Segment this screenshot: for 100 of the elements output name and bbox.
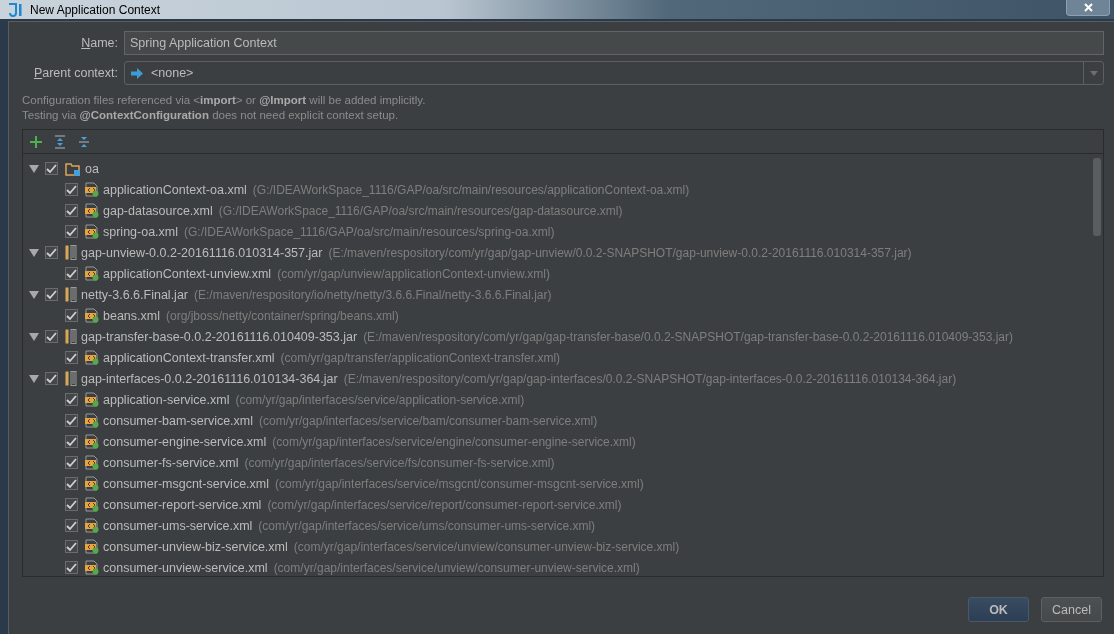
- folder-icon: [65, 161, 81, 176]
- expanded-arrow-icon[interactable]: [29, 374, 39, 383]
- tree-item-label[interactable]: oa: [85, 161, 99, 176]
- tree-item-label[interactable]: consumer-unview-service.xml: [103, 560, 268, 575]
- file-path: (E:/maven/respository/com/yr/gap/gap-unview/0.0.2-SNAPSHOT/gap-unview-0.0.2-20161116.010314-357.jar): [328, 245, 912, 260]
- file-path: (com/yr/gap/interfaces/service/unview/consumer-unview-service.xml): [273, 560, 640, 575]
- file-path: (com/yr/gap/interfaces/service/msgcnt/consumer-msgcnt-service.xml): [275, 476, 644, 491]
- checkbox[interactable]: [65, 267, 78, 280]
- xml-file-icon: [85, 224, 99, 239]
- parent-context-label: Parent context:: [32, 66, 118, 80]
- app-logo-icon: [8, 2, 24, 17]
- name-input-field[interactable]: Spring Application Context: [124, 31, 1104, 55]
- file-path: (G:/IDEAWorkSpace_1116/GAP/oa/src/main/resources/applicationContext-oa.xml): [252, 182, 690, 197]
- checkbox[interactable]: [65, 414, 78, 427]
- file-path: (com/yr/gap/transfer/applicationContext-transfer.xml): [280, 350, 561, 365]
- tree-item-label[interactable]: netty-3.6.6.Final.jar: [81, 287, 188, 302]
- expand-all-button[interactable]: [52, 133, 68, 150]
- checkbox[interactable]: [65, 204, 78, 217]
- checkbox[interactable]: [65, 183, 78, 196]
- checkbox[interactable]: [65, 225, 78, 238]
- xml-file-icon: [85, 455, 99, 470]
- xml-file-icon: [85, 560, 99, 575]
- tree-item-label[interactable]: consumer-engine-service.xml: [103, 434, 267, 449]
- tree-item-label[interactable]: application-service.xml: [103, 392, 230, 407]
- xml-file-icon: [85, 476, 99, 491]
- close-button[interactable]: [1066, 0, 1110, 16]
- cancel-button[interactable]: Cancel: [1041, 597, 1102, 622]
- file-path: (com/yr/gap/interfaces/service/ums/consumer-ums-service.xml): [258, 518, 596, 533]
- file-path: (com/yr/gap/interfaces/service/bam/consumer-bam-service.xml): [259, 413, 598, 428]
- file-path: (E:/maven/respository/com/yr/gap/gap-interfaces/0.0.2-SNAPSHOT/gap-interfaces-0.0.2-20161116.010134-364.jar): [343, 371, 957, 386]
- file-path: (com/yr/gap/interfaces/service/fs/consumer-fs-service.xml): [244, 455, 555, 470]
- tree-item-label[interactable]: applicationContext-oa.xml: [103, 182, 247, 197]
- xml-file-icon: [85, 266, 99, 281]
- tree-item-label[interactable]: consumer-bam-service.xml: [103, 413, 254, 428]
- xml-file-icon: [85, 539, 99, 554]
- checkbox[interactable]: [65, 393, 78, 406]
- xml-file-icon: [85, 350, 99, 365]
- hint-text: Testing via @ContextConfiguration does not need explicit context setup.: [22, 108, 400, 123]
- arrow-right-icon: [131, 67, 143, 79]
- ok-button[interactable]: OK: [968, 597, 1029, 622]
- file-path: (com/yr/gap/interfaces/service/application-service.xml): [235, 392, 525, 407]
- tree-item-label[interactable]: gap-unview-0.0.2-20161116.010314-357.jar: [81, 245, 323, 260]
- scrollbar-thumb[interactable]: [1093, 158, 1101, 236]
- tree-item-label[interactable]: gap-transfer-base-0.0.2-20161116.010409-353.jar: [81, 329, 358, 344]
- window-title: New Application Context: [30, 2, 161, 17]
- checkbox[interactable]: [45, 372, 58, 385]
- checkbox[interactable]: [65, 561, 78, 574]
- tree-item-label[interactable]: consumer-msgcnt-service.xml: [103, 476, 269, 491]
- jar-archive-icon: [65, 329, 77, 344]
- file-path: (G:/IDEAWorkSpace_1116/GAP/oa/src/main/resources/spring-oa.xml): [184, 224, 555, 239]
- file-path: (com/yr/gap/interfaces/service/unview/consumer-unview-biz-service.xml): [293, 539, 680, 554]
- tree-item-label[interactable]: consumer-fs-service.xml: [103, 455, 239, 470]
- tree-item-label[interactable]: consumer-ums-service.xml: [103, 518, 253, 533]
- tree-item-label[interactable]: gap-datasource.xml: [103, 203, 213, 218]
- file-path: (com/yr/gap/interfaces/service/report/consumer-report-service.xml): [267, 497, 622, 512]
- checkbox[interactable]: [65, 540, 78, 553]
- expanded-arrow-icon[interactable]: [29, 248, 39, 257]
- checkbox[interactable]: [45, 246, 58, 259]
- file-path: (G:/IDEAWorkSpace_1116/GAP/oa/src/main/resources/gap-datasource.xml): [218, 203, 623, 218]
- checkbox[interactable]: [65, 309, 78, 322]
- dropdown-caret-icon: [1089, 70, 1098, 76]
- file-path: (com/yr/gap/interfaces/service/engine/consumer-engine-service.xml): [272, 434, 636, 449]
- xml-file-icon: [85, 308, 99, 323]
- jar-archive-icon: [65, 245, 77, 260]
- xml-file-icon: [85, 518, 99, 533]
- checkbox[interactable]: [45, 330, 58, 343]
- tree-item-label[interactable]: gap-interfaces-0.0.2-20161116.010134-364.jar: [81, 371, 338, 386]
- tree-item-label[interactable]: consumer-report-service.xml: [103, 497, 262, 512]
- checkbox[interactable]: [65, 435, 78, 448]
- expanded-arrow-icon[interactable]: [29, 290, 39, 299]
- checkbox[interactable]: [65, 456, 78, 469]
- checkbox[interactable]: [45, 162, 58, 175]
- parent-context-dropdown[interactable]: <none>: [124, 61, 1104, 85]
- file-path: (E:/maven/respository/io/netty/netty/3.6.6.Final/netty-3.6.6.Final.jar): [194, 287, 552, 302]
- name-label: Name:: [80, 36, 118, 50]
- jar-archive-icon: [65, 371, 77, 386]
- checkbox[interactable]: [65, 351, 78, 364]
- checkbox[interactable]: [65, 477, 78, 490]
- xml-file-icon: [85, 182, 99, 197]
- xml-file-icon: [85, 434, 99, 449]
- expanded-arrow-icon[interactable]: [29, 164, 39, 173]
- expanded-arrow-icon[interactable]: [29, 332, 39, 341]
- close-icon: [1083, 3, 1093, 12]
- checkbox[interactable]: [65, 519, 78, 532]
- file-path: (com/yr/gap/unview/applicationContext-unview.xml): [277, 266, 550, 281]
- checkbox[interactable]: [65, 498, 78, 511]
- tree-item-label[interactable]: applicationContext-transfer.xml: [103, 350, 275, 365]
- tree-item-label[interactable]: spring-oa.xml: [103, 224, 179, 239]
- add-button[interactable]: [28, 133, 44, 150]
- hint-text: Configuration files referenced via <import> or @Import will be added implicitly.: [22, 93, 427, 108]
- jar-archive-icon: [65, 287, 77, 302]
- tree-item-label[interactable]: applicationContext-unview.xml: [103, 266, 272, 281]
- tree-item-label[interactable]: consumer-unview-biz-service.xml: [103, 539, 288, 554]
- xml-file-icon: [85, 203, 99, 218]
- xml-file-icon: [85, 392, 99, 407]
- tree-item-label[interactable]: beans.xml: [103, 308, 160, 323]
- xml-file-icon: [85, 413, 99, 428]
- xml-file-icon: [85, 497, 99, 512]
- checkbox[interactable]: [45, 288, 58, 301]
- file-path: (org/jboss/netty/container/spring/beans.xml): [166, 308, 399, 323]
